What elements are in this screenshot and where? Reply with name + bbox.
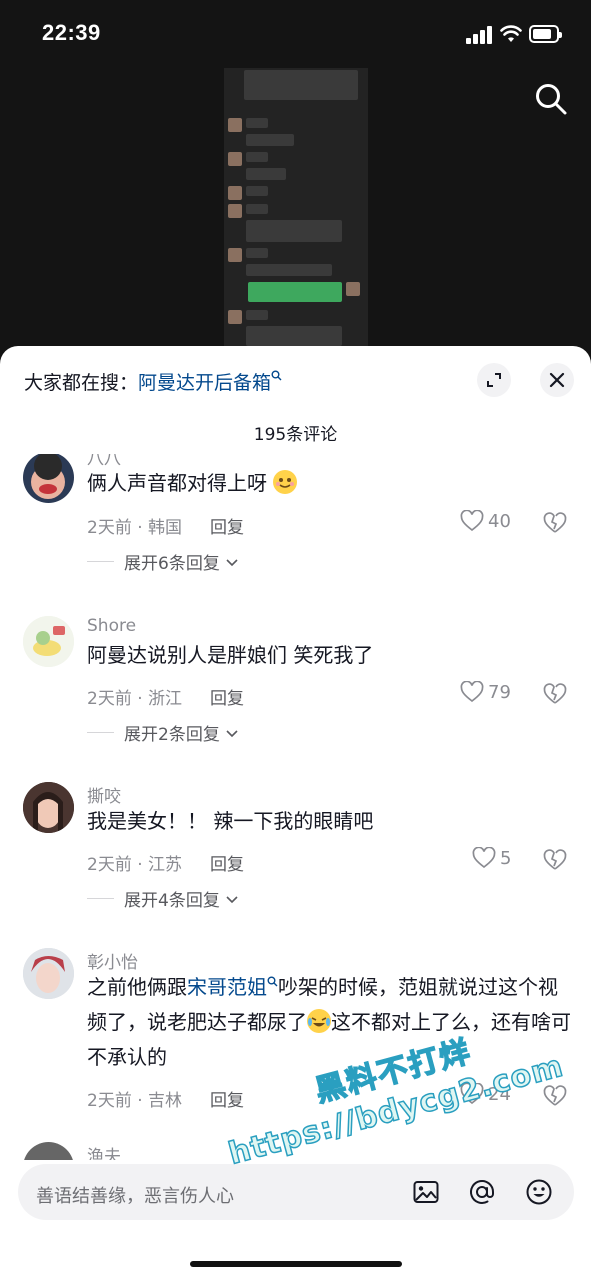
comment-author[interactable]: Shore bbox=[87, 616, 136, 636]
like-count: 5 bbox=[500, 847, 512, 869]
comment-meta: 2天前 · 韩国 bbox=[87, 518, 183, 538]
comment-author[interactable]: 渔夫 bbox=[87, 1142, 121, 1160]
expand-replies[interactable]: 展开4条回复 bbox=[87, 886, 240, 911]
reply-button[interactable]: 回复 bbox=[210, 850, 244, 875]
dislike-icon[interactable] bbox=[543, 682, 567, 706]
like-button[interactable]: 79 bbox=[460, 681, 511, 703]
heart-icon bbox=[460, 1083, 484, 1105]
comment-text: 俩人声音都对得上呀 bbox=[87, 466, 577, 501]
close-icon bbox=[549, 372, 565, 388]
chevron-down-icon bbox=[226, 895, 238, 903]
heart-icon bbox=[460, 510, 484, 532]
laugh-cry-emoji-icon bbox=[307, 1009, 331, 1033]
reply-button[interactable]: 回复 bbox=[210, 684, 244, 709]
small-search-icon bbox=[271, 370, 282, 381]
dislike-icon[interactable] bbox=[543, 511, 567, 535]
comment-meta: 2天前 · 吉林 bbox=[87, 1091, 183, 1111]
avatar[interactable] bbox=[23, 616, 74, 667]
reply-button[interactable]: 回复 bbox=[210, 1086, 244, 1111]
smile-emoji-icon bbox=[273, 470, 298, 494]
avatar[interactable] bbox=[23, 782, 74, 833]
small-search-icon bbox=[267, 976, 278, 987]
comment-input[interactable]: 善语结善缘，恶言伤人心 bbox=[36, 1182, 234, 1208]
like-button[interactable]: 24 bbox=[460, 1083, 511, 1105]
fullscreen-button[interactable] bbox=[477, 363, 511, 397]
close-button[interactable] bbox=[540, 363, 574, 397]
home-indicator bbox=[190, 1261, 402, 1267]
mention-link[interactable]: 宋哥范姐 bbox=[187, 975, 267, 999]
comment-count: 195条评论 bbox=[253, 425, 338, 445]
trending-link[interactable]: 阿曼达开后备箱 bbox=[138, 372, 271, 394]
comment-text: 我是美女！！ 辣一下我的眼睛吧 bbox=[87, 809, 374, 833]
comment-list[interactable]: 八八 俩人声音都对得上呀 2天前 · 韩国 回复 40 展开6条回复 Shore… bbox=[0, 454, 591, 1160]
heart-icon bbox=[472, 847, 496, 869]
image-icon[interactable] bbox=[412, 1178, 440, 1206]
expand-replies[interactable]: 展开6条回复 bbox=[87, 549, 240, 574]
status-time: 22:39 bbox=[42, 20, 101, 45]
comment-meta: 2天前 · 浙江 bbox=[87, 689, 183, 709]
video-frame[interactable] bbox=[224, 68, 368, 358]
comment-input-bar[interactable]: 善语结善缘，恶言伤人心 bbox=[18, 1164, 574, 1220]
dislike-icon[interactable] bbox=[543, 848, 567, 872]
like-button[interactable]: 40 bbox=[460, 510, 511, 532]
dislike-icon[interactable] bbox=[543, 1084, 567, 1108]
avatar[interactable] bbox=[23, 948, 74, 999]
trending-prefix: 大家都在搜： bbox=[24, 372, 139, 394]
comment-meta: 2天前 · 江苏 bbox=[87, 855, 183, 875]
heart-icon bbox=[460, 681, 484, 703]
trending-search[interactable]: 大家都在搜：阿曼达开后备箱 bbox=[24, 368, 282, 395]
comment-panel: 大家都在搜：阿曼达开后备箱 195条评论 八八 俩人声音都对得上呀 2天前 · … bbox=[0, 346, 591, 1280]
battery-icon bbox=[529, 25, 562, 43]
emoji-icon[interactable] bbox=[525, 1178, 553, 1206]
like-count: 79 bbox=[488, 681, 511, 703]
like-count: 24 bbox=[488, 1083, 511, 1105]
reply-button[interactable]: 回复 bbox=[210, 513, 244, 538]
at-mention-icon[interactable] bbox=[468, 1178, 496, 1206]
signal-icon bbox=[466, 26, 493, 44]
avatar[interactable] bbox=[23, 1142, 74, 1160]
comment-text: 之前他俩跟宋哥范姐 吵架的时候，范姐就说过这个视频了，说老肥达子都尿了 这不都对上了… bbox=[87, 975, 571, 1069]
expand-icon bbox=[487, 373, 501, 387]
comment-text: 阿曼达说别人是胖娘们 笑死我了 bbox=[87, 643, 374, 667]
like-button[interactable]: 5 bbox=[472, 847, 511, 869]
status-bar: 22:39 bbox=[0, 0, 591, 70]
search-icon[interactable] bbox=[534, 82, 568, 116]
like-count: 40 bbox=[488, 510, 511, 532]
chevron-down-icon bbox=[226, 558, 238, 566]
chevron-down-icon bbox=[226, 729, 238, 737]
wifi-icon bbox=[500, 25, 522, 42]
expand-replies[interactable]: 展开2条回复 bbox=[87, 720, 240, 745]
avatar[interactable] bbox=[23, 454, 74, 503]
